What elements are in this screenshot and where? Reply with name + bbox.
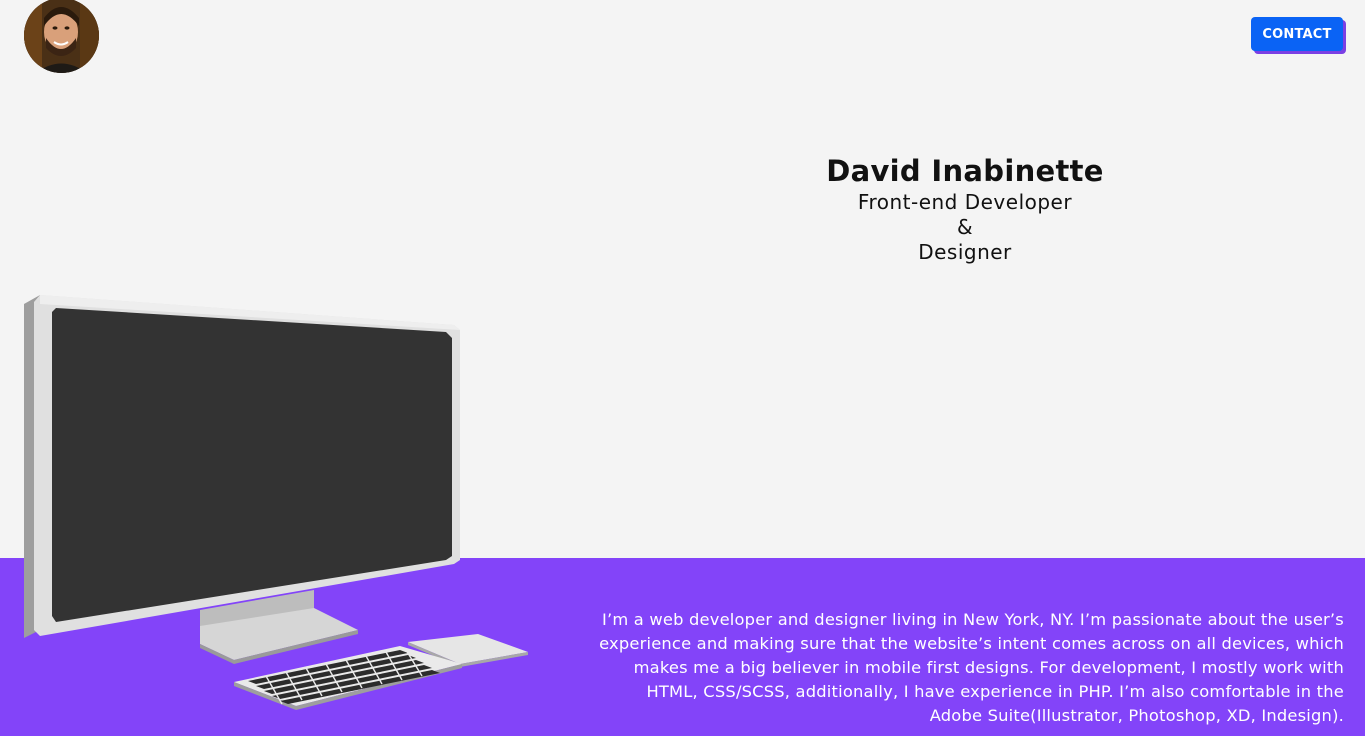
avatar[interactable] xyxy=(24,0,99,73)
role-line-3: Designer xyxy=(918,240,1012,264)
page-title: David Inabinette xyxy=(826,154,1104,188)
about-bio: I’m a web developer and designer living … xyxy=(599,610,1344,725)
hero-heading: David Inabinette Front-end Developer & D… xyxy=(765,152,1165,265)
contact-button[interactable]: CONTACT xyxy=(1251,17,1343,51)
role-line-1: Front-end Developer xyxy=(857,190,1073,214)
avatar-photo xyxy=(24,0,99,73)
role-line-2: & xyxy=(956,215,974,239)
desktop-computer-illustration xyxy=(24,295,528,710)
page: CONTACT David Inabinette Front-end Devel… xyxy=(0,0,1365,736)
